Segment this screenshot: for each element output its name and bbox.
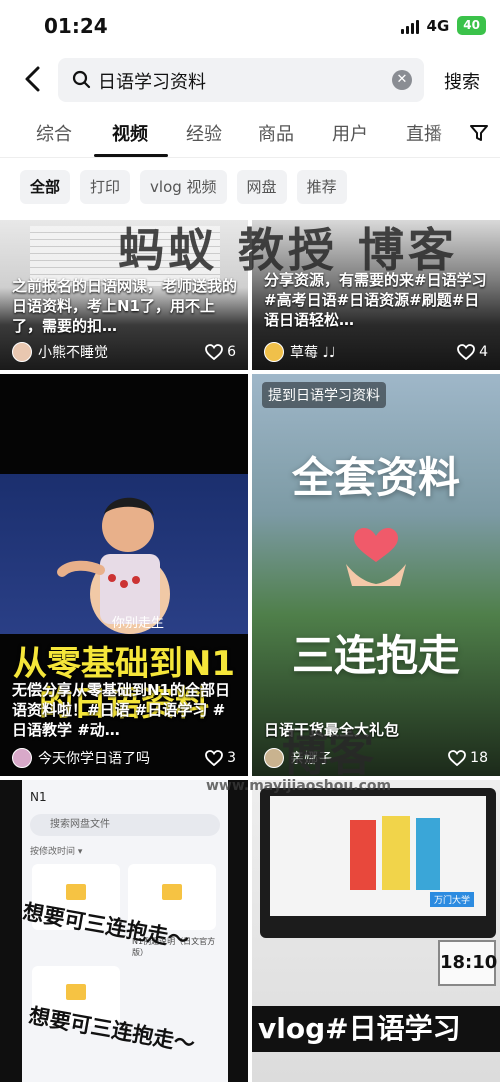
- cartoon-character-icon: [57, 497, 170, 634]
- author-name[interactable]: 草莓 ♩♩: [290, 342, 457, 362]
- heart-icon: [205, 750, 223, 766]
- author-name[interactable]: 小熊不睡觉: [38, 342, 205, 362]
- netdisk-search: 搜索网盘文件: [30, 814, 220, 836]
- likes[interactable]: 4: [457, 344, 488, 360]
- folder-icon: [66, 984, 86, 1000]
- video-meta: 小熊不睡觉 6: [12, 342, 236, 362]
- video-card[interactable]: 你别走生 从零基础到N1的日语资料 无偿分享从零基础到N1的全部日语资料啦！#日…: [0, 374, 248, 776]
- like-count: 6: [227, 344, 236, 360]
- avatar[interactable]: [12, 342, 32, 362]
- desk-clock: 18:10: [438, 940, 497, 986]
- tab-video[interactable]: 视频: [112, 120, 148, 146]
- video-meta: 亲娜子 18: [264, 748, 488, 768]
- folder-icon: [162, 884, 182, 900]
- overlay-big-text-bottom: 三连抱走: [291, 631, 460, 680]
- likes[interactable]: 18: [448, 750, 488, 766]
- thumbnail-monitor: 万门大学: [260, 788, 496, 938]
- overlay-text: vlog#日语学习: [252, 1006, 500, 1052]
- avatar[interactable]: [12, 748, 32, 768]
- video-title: 分享资源，有需要的来#日语学习#高考日语#日语资源#刷题#日语日语轻松…: [264, 271, 487, 329]
- folder-icon: [66, 884, 86, 900]
- search-query: 日语学习资料: [98, 72, 206, 93]
- chip-all[interactable]: 全部: [20, 170, 71, 204]
- likes[interactable]: 6: [205, 344, 236, 360]
- tab-experience[interactable]: 经验: [186, 120, 222, 146]
- search-input[interactable]: 日语学习资料 ✕: [58, 58, 424, 102]
- chip-print[interactable]: 打印: [80, 170, 131, 204]
- thumbnail-cartoon: 你别走生: [0, 474, 248, 634]
- back-arrow-icon[interactable]: [18, 62, 48, 96]
- tab-users[interactable]: 用户: [332, 120, 368, 146]
- search-hint-badge: 提到日语学习资料: [262, 382, 386, 408]
- netdisk-sort: 按修改时间 ▾: [30, 847, 83, 857]
- video-meta: 今天你学日语了吗 3: [12, 748, 236, 768]
- avatar[interactable]: [264, 748, 284, 768]
- like-count: 3: [227, 750, 236, 766]
- brand-label: 万门大学: [430, 892, 475, 907]
- video-card[interactable]: N1 搜索网盘文件 按修改时间 ▾ N1例题说明（日文官方版） 想要可三连抱走～…: [0, 780, 248, 1082]
- clear-icon[interactable]: ✕: [392, 70, 412, 90]
- chip-netdisk[interactable]: 网盘: [236, 170, 287, 204]
- network-label: 4G: [426, 16, 450, 35]
- tab-products[interactable]: 商品: [258, 120, 294, 146]
- heart-hands-icon: [346, 528, 406, 586]
- netdisk-folder-title: N1: [30, 790, 47, 804]
- author-name[interactable]: 今天你学日语了吗: [38, 748, 205, 768]
- avatar[interactable]: [264, 342, 284, 362]
- heart-icon: [448, 750, 467, 766]
- battery-icon: 40: [457, 16, 486, 35]
- search-button[interactable]: 搜索: [444, 68, 480, 94]
- book-cover: [416, 818, 440, 890]
- search-icon: [72, 70, 91, 89]
- status-bar: 01:24 4G 40: [0, 0, 500, 54]
- filter-chips: 全部 打印 vlog 视频 网盘 推荐: [20, 170, 347, 204]
- like-count: 4: [479, 344, 488, 360]
- chip-recommend[interactable]: 推荐: [296, 170, 347, 204]
- video-card[interactable]: 提到日语学习资料 全套资料 三连抱走 日语干货最全大礼包 亲娜子 18: [252, 374, 500, 776]
- video-meta: 草莓 ♩♩ 4: [264, 342, 488, 362]
- tab-comprehensive[interactable]: 综合: [36, 120, 72, 146]
- chip-vlog[interactable]: vlog 视频: [140, 170, 227, 204]
- status-icons: 4G 40: [400, 16, 486, 35]
- overlay-big-text-top: 全套资料: [291, 453, 460, 502]
- book-cover: [350, 820, 376, 890]
- cartoon-subtitle: 你别走生: [112, 616, 165, 631]
- active-tab-indicator: [94, 154, 168, 157]
- category-tabs: 综合 视频 经验 商品 用户 直播: [0, 112, 500, 158]
- video-title: 日语干货最全大礼包: [264, 721, 400, 739]
- tabs-fade: [430, 112, 470, 156]
- search-bar: 日语学习资料 ✕ 搜索: [0, 56, 500, 104]
- video-title: 无偿分享从零基础到N1的全部日语资料啦！#日语 #日语学习 #日语教学 #动…: [12, 681, 230, 739]
- book-cover: [382, 816, 410, 890]
- video-card[interactable]: 分享资源，有需要的来#日语学习#高考日语#日语资源#刷题#日语日语轻松… 草莓 …: [252, 220, 500, 370]
- video-card[interactable]: 万门大学 18:10 vlog#日语学习: [252, 780, 500, 1082]
- heart-icon: [457, 344, 475, 360]
- filter-icon[interactable]: [468, 122, 490, 144]
- monitor-screen: 万门大学: [270, 796, 486, 916]
- heart-icon: [205, 344, 223, 360]
- likes[interactable]: 3: [205, 750, 236, 766]
- like-count: 18: [470, 750, 488, 766]
- video-title: 之前报名的日语网课，老师送我的日语资料，考上N1了，用不上了，需要的扣…: [12, 277, 238, 335]
- status-time: 01:24: [44, 14, 108, 38]
- video-card[interactable]: 之前报名的日语网课，老师送我的日语资料，考上N1了，用不上了，需要的扣… 小熊不…: [0, 220, 248, 370]
- signal-icon: [400, 18, 419, 34]
- author-name[interactable]: 亲娜子: [290, 748, 448, 768]
